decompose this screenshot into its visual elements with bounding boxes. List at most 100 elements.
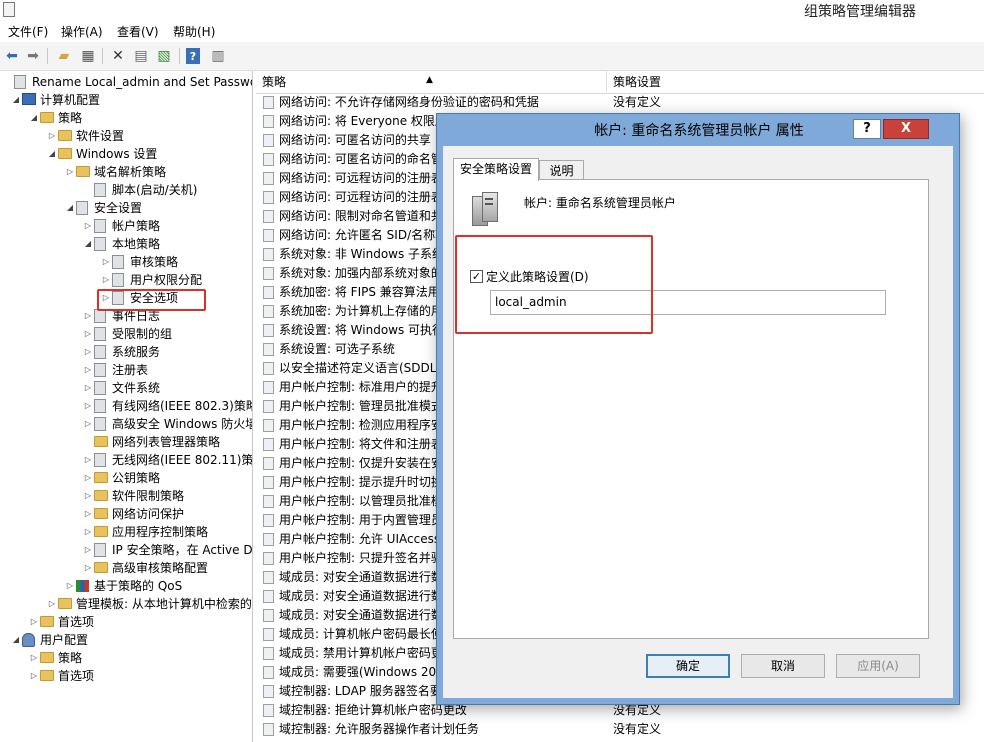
menu-view[interactable]: 查看(V) <box>117 23 159 40</box>
tree-item[interactable]: ▷ 网络访问保护 <box>0 505 252 523</box>
no-expander <box>4 73 12 91</box>
tree-item[interactable]: ▷ 无线网络(IEEE 802.11)策略 <box>0 451 252 469</box>
tree-item[interactable]: ▷ 系统服务 <box>0 343 252 361</box>
expand-arrow-icon[interactable]: ▷ <box>84 217 92 235</box>
tree-item[interactable]: ▷ 有线网络(IEEE 802.3)策略 <box>0 397 252 415</box>
expand-arrow-icon[interactable]: ▷ <box>48 127 56 145</box>
folder-icon <box>58 130 72 141</box>
dialog-help-button[interactable]: ? <box>853 119 881 139</box>
tree-item[interactable]: ▷ 管理模板: 从本地计算机中检索的策略定义 <box>0 595 252 613</box>
tab-security-policy-setting[interactable]: 安全策略设置 <box>453 158 539 181</box>
tree-item[interactable]: ◢ 用户配置 <box>0 631 252 649</box>
expand-arrow-icon[interactable]: ▷ <box>84 307 92 325</box>
apply-button[interactable]: 应用(A) <box>836 654 920 678</box>
menu-file[interactable]: 文件(F) <box>8 23 48 40</box>
up-folder-icon[interactable]: ▰ <box>55 47 73 65</box>
expand-arrow-icon[interactable]: ▷ <box>84 469 92 487</box>
expand-arrow-icon[interactable]: ▷ <box>84 559 92 577</box>
properties-icon[interactable]: ▤ <box>132 47 150 65</box>
tree-item[interactable]: ▷ 首选项 <box>0 613 252 631</box>
tree-item[interactable]: ▷ 软件设置 <box>0 127 252 145</box>
tree-item[interactable]: ▷ 软件限制策略 <box>0 487 252 505</box>
tree-item[interactable]: ◢ 本地策略 <box>0 235 252 253</box>
tree-item[interactable]: ▷ 受限制的组 <box>0 325 252 343</box>
dialog-close-button[interactable]: X <box>883 119 929 139</box>
expand-arrow-icon[interactable]: ▷ <box>30 649 38 667</box>
tree-item[interactable]: Rename Local_admin and Set Passwd [ <box>0 73 252 91</box>
collapse-arrow-icon[interactable]: ◢ <box>48 145 56 163</box>
column-header-policy[interactable]: 策略 ▲ <box>256 71 607 93</box>
table-row[interactable]: 网络访问: 不允许存储网络身份验证的密码和凭据 没有定义 <box>256 93 984 112</box>
expand-arrow-icon[interactable]: ▷ <box>84 523 92 541</box>
tree-item[interactable]: 网络列表管理器策略 <box>0 433 252 451</box>
expand-arrow-icon[interactable]: ▷ <box>66 577 74 595</box>
export-list-icon[interactable]: ▧ <box>155 47 173 65</box>
tree-item[interactable]: ▷ 用户权限分配 <box>0 271 252 289</box>
expand-arrow-icon[interactable]: ▷ <box>84 541 92 559</box>
view-icon[interactable]: ▥ <box>209 47 227 65</box>
show-hide-tree-icon[interactable]: ▦ <box>79 47 97 65</box>
tree-item[interactable]: ▷ 审核策略 <box>0 253 252 271</box>
policy-setting-cell: 没有定义 <box>613 722 662 736</box>
collapse-arrow-icon[interactable]: ◢ <box>84 235 92 253</box>
back-arrow-icon[interactable]: ⬅ <box>3 47 21 65</box>
policy-setting-icon <box>263 115 274 128</box>
tree-item-label: 有线网络(IEEE 802.3)策略 <box>112 399 253 413</box>
tree-item-label: 软件限制策略 <box>112 489 185 503</box>
collapse-arrow-icon[interactable]: ◢ <box>12 91 20 109</box>
column-header-setting[interactable]: 策略设置 <box>607 71 984 93</box>
ok-button[interactable]: 确定 <box>646 654 730 678</box>
expand-arrow-icon[interactable]: ▷ <box>84 379 92 397</box>
folder-icon <box>58 598 72 609</box>
tree-item[interactable]: ▷ 文件系统 <box>0 379 252 397</box>
tree-item[interactable]: ▷ 策略 <box>0 649 252 667</box>
expand-arrow-icon[interactable]: ▷ <box>84 505 92 523</box>
tree-item-label: Rename Local_admin and Set Passwd [ <box>32 75 253 89</box>
expand-arrow-icon[interactable]: ▷ <box>84 361 92 379</box>
tree-item[interactable]: ▷ IP 安全策略，在 Active Directory <box>0 541 252 559</box>
table-row[interactable]: 域控制器: 允许服务器操作者计划任务 没有定义 <box>256 720 984 739</box>
tree-item[interactable]: ◢ 计算机配置 <box>0 91 252 109</box>
folder-icon <box>40 652 54 663</box>
policy-name-cell: 网络访问: 不允许存储网络身份验证的密码和凭据 <box>279 95 539 109</box>
tree-item[interactable]: ▷ 帐户策略 <box>0 217 252 235</box>
expand-arrow-icon[interactable]: ▷ <box>84 415 92 433</box>
folder-icon <box>94 472 108 483</box>
expand-arrow-icon[interactable]: ▷ <box>84 451 92 469</box>
expand-arrow-icon[interactable]: ▷ <box>84 343 92 361</box>
delete-icon[interactable]: ✕ <box>109 47 127 65</box>
menu-action[interactable]: 操作(A) <box>61 23 103 40</box>
expand-arrow-icon[interactable]: ▷ <box>102 271 110 289</box>
tree-item[interactable]: ▷ 基于策略的 QoS <box>0 577 252 595</box>
tree-item[interactable]: ▷ 应用程序控制策略 <box>0 523 252 541</box>
collapse-arrow-icon[interactable]: ◢ <box>12 631 20 649</box>
expand-arrow-icon[interactable]: ▷ <box>84 397 92 415</box>
expand-arrow-icon[interactable]: ▷ <box>30 667 38 685</box>
forward-arrow-icon[interactable]: ➡ <box>24 47 42 65</box>
tree-item[interactable]: ▷ 高级安全 Windows 防火墙 <box>0 415 252 433</box>
console-tree[interactable]: Rename Local_admin and Set Passwd [ ◢ 计算机配… <box>0 71 253 742</box>
expand-arrow-icon[interactable]: ▷ <box>66 163 74 181</box>
policy-setting-icon <box>263 704 274 717</box>
collapse-arrow-icon[interactable]: ◢ <box>30 109 38 127</box>
expand-arrow-icon[interactable]: ▷ <box>84 325 92 343</box>
tree-item[interactable]: ▷ 首选项 <box>0 667 252 685</box>
expand-arrow-icon[interactable]: ▷ <box>84 487 92 505</box>
policy-icon <box>94 543 106 557</box>
expand-arrow-icon[interactable]: ▷ <box>102 253 110 271</box>
tree-item[interactable]: ◢ Windows 设置 <box>0 145 252 163</box>
menu-help[interactable]: 帮助(H) <box>173 23 215 40</box>
tree-item[interactable]: ▷ 高级审核策略配置 <box>0 559 252 577</box>
collapse-arrow-icon[interactable]: ◢ <box>66 199 74 217</box>
help-icon[interactable]: ? <box>186 48 200 64</box>
toolbar: ⬅ ➡ ▰ ▦ ✕ ▤ ▧ ? ▥ <box>0 42 984 71</box>
tree-item[interactable]: ▷ 注册表 <box>0 361 252 379</box>
expand-arrow-icon[interactable]: ▷ <box>48 595 56 613</box>
tree-item[interactable]: ◢ 安全设置 <box>0 199 252 217</box>
tree-item[interactable]: ▷ 域名解析策略 <box>0 163 252 181</box>
tree-item[interactable]: ◢ 策略 <box>0 109 252 127</box>
expand-arrow-icon[interactable]: ▷ <box>30 613 38 631</box>
tree-item[interactable]: ▷ 公钥策略 <box>0 469 252 487</box>
tree-item[interactable]: 脚本(启动/关机) <box>0 181 252 199</box>
cancel-button[interactable]: 取消 <box>741 654 825 678</box>
